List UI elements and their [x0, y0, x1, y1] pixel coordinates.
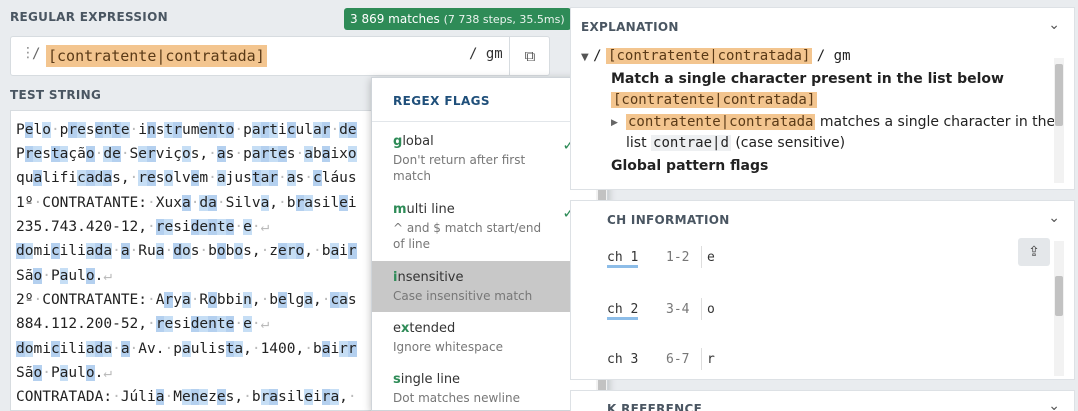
chevron-down-icon[interactable]: ⌄: [1048, 17, 1060, 33]
test-line[interactable]: São·Paulo.↵: [16, 365, 112, 381]
test-line[interactable]: qualificadas,·resolvem·ajustar·as·cláus: [16, 170, 357, 186]
test-line[interactable]: Pelo·presente·instrumento·particular·de: [16, 122, 357, 138]
match-information-panel: CH INFORMATION ⌄ ⇪ ch 1 1-2 e ch 2 3-4 o…: [570, 200, 1075, 380]
explanation-detail: ▶ contratente|contratada matches a singl…: [611, 114, 1056, 130]
test-line[interactable]: 2º·CONTRATANTE:·Arya·Robbin,·belga,·cas: [16, 292, 357, 308]
flag-insensitive[interactable]: insensitive Case insensitive match: [372, 261, 595, 312]
test-line[interactable]: Prestação·de·Serviços,·as·partes·abaixo: [16, 146, 357, 162]
flag-label: single line: [393, 372, 461, 387]
caret-down-icon[interactable]: ▼: [581, 52, 589, 63]
match-row[interactable]: ch 1 1-2 e: [607, 250, 715, 268]
test-line[interactable]: CONTRATADA:·Júlia·Menezes,·brasileira,·: [16, 389, 357, 405]
divider: [372, 121, 595, 122]
chevron-down-icon[interactable]: ⌄: [1048, 210, 1060, 226]
test-line[interactable]: São·Paulo.↵: [16, 268, 112, 284]
explanation-panel: EXPLANATION ⌄ ▼ / [contratente|contratad…: [570, 7, 1075, 190]
explanation-regex-line: ▼ / [contratente|contratada] / gm: [581, 48, 851, 64]
scrollbar-thumb[interactable]: [1055, 64, 1063, 126]
explanation-flags: Global pattern flags: [611, 158, 769, 174]
flags-menu-title: REGEX FLAGS: [393, 94, 490, 108]
share-icon[interactable]: ⇪: [1018, 238, 1050, 266]
flag-multiline[interactable]: multi line ^ and $ match start/end of li…: [372, 202, 595, 252]
test-line[interactable]: domiciliada·a·Rua·dos·bobos,·zero,·bair: [16, 243, 357, 259]
regex-input[interactable]: [contratente|contratada]: [46, 45, 267, 67]
copy-icon[interactable]: ⧉: [509, 37, 550, 75]
match-info-scrollbar[interactable]: [1054, 241, 1064, 376]
divider: [701, 348, 702, 370]
test-string-header: TEST STRING: [10, 88, 102, 102]
match-row[interactable]: ch 2 3-4 o: [607, 302, 715, 320]
explanation-title: EXPLANATION: [581, 20, 679, 34]
flag-extended[interactable]: extended Ignore whitespace: [372, 321, 595, 355]
quick-reference-panel: K REFERENCE ⌄: [570, 390, 1075, 411]
left-pane: REGULAR EXPRESSION 3 869 matches (7 738 …: [0, 0, 608, 411]
quick-ref-title: K REFERENCE: [607, 402, 703, 411]
flag-label: insensitive: [393, 270, 464, 285]
test-line[interactable]: 1º·CONTRATANTE:·Xuxa·da·Silva,·brasilei: [16, 195, 357, 211]
flag-description: Case insensitive match: [393, 289, 533, 303]
caret-right-icon[interactable]: ▶: [611, 118, 618, 128]
explanation-scrollbar[interactable]: [1054, 58, 1064, 183]
match-steps: (7 738 steps, 35.5ms): [443, 13, 565, 26]
scrollbar-thumb[interactable]: [1055, 276, 1063, 316]
right-pane: EXPLANATION ⌄ ▼ / [contratente|contratad…: [570, 7, 1075, 411]
test-line[interactable]: 235.743.420-12,·residente·e·↵: [16, 219, 269, 235]
regex-open-delimiter: /: [32, 46, 41, 62]
match-info-title: CH INFORMATION: [607, 213, 730, 227]
flag-description: Ignore whitespace: [393, 340, 504, 354]
flag-global[interactable]: global Don't return after first match ✓: [372, 134, 595, 184]
flag-label: extended: [393, 321, 456, 336]
regex-input-box[interactable]: ⋮ / [contratente|contratada] / gm ⧉: [10, 36, 550, 76]
match-row[interactable]: ch 3 6-7 r: [607, 352, 715, 367]
regex-header: REGULAR EXPRESSION: [10, 10, 168, 24]
test-line[interactable]: domiciliada·a·Av.·paulista,·1400,·bairr: [16, 341, 357, 357]
explanation-pattern: [contratente|contratada]: [611, 92, 818, 108]
test-line[interactable]: 884.112.200-52,·residente·e·↵: [16, 316, 269, 332]
divider: [701, 246, 702, 268]
flag-description: ^ and $ match start/end of line: [393, 221, 542, 251]
divider: [701, 298, 702, 320]
flag-single-line[interactable]: single line Dot matches newline: [372, 372, 595, 406]
explanation-text: Match a single character present in the …: [611, 71, 1004, 87]
flag-description: Dot matches newline: [393, 391, 520, 405]
match-count-badge: 3 869 matches (7 738 steps, 35.5ms): [344, 8, 571, 30]
match-count: 3 869 matches: [350, 12, 440, 26]
explanation-detail-cont: list contrae|d (case sensitive): [626, 135, 846, 151]
flag-description: Don't return after first match: [393, 153, 526, 183]
chevron-down-icon[interactable]: ⌄: [1048, 398, 1060, 411]
regex-flags-toggle[interactable]: / gm: [469, 46, 503, 62]
